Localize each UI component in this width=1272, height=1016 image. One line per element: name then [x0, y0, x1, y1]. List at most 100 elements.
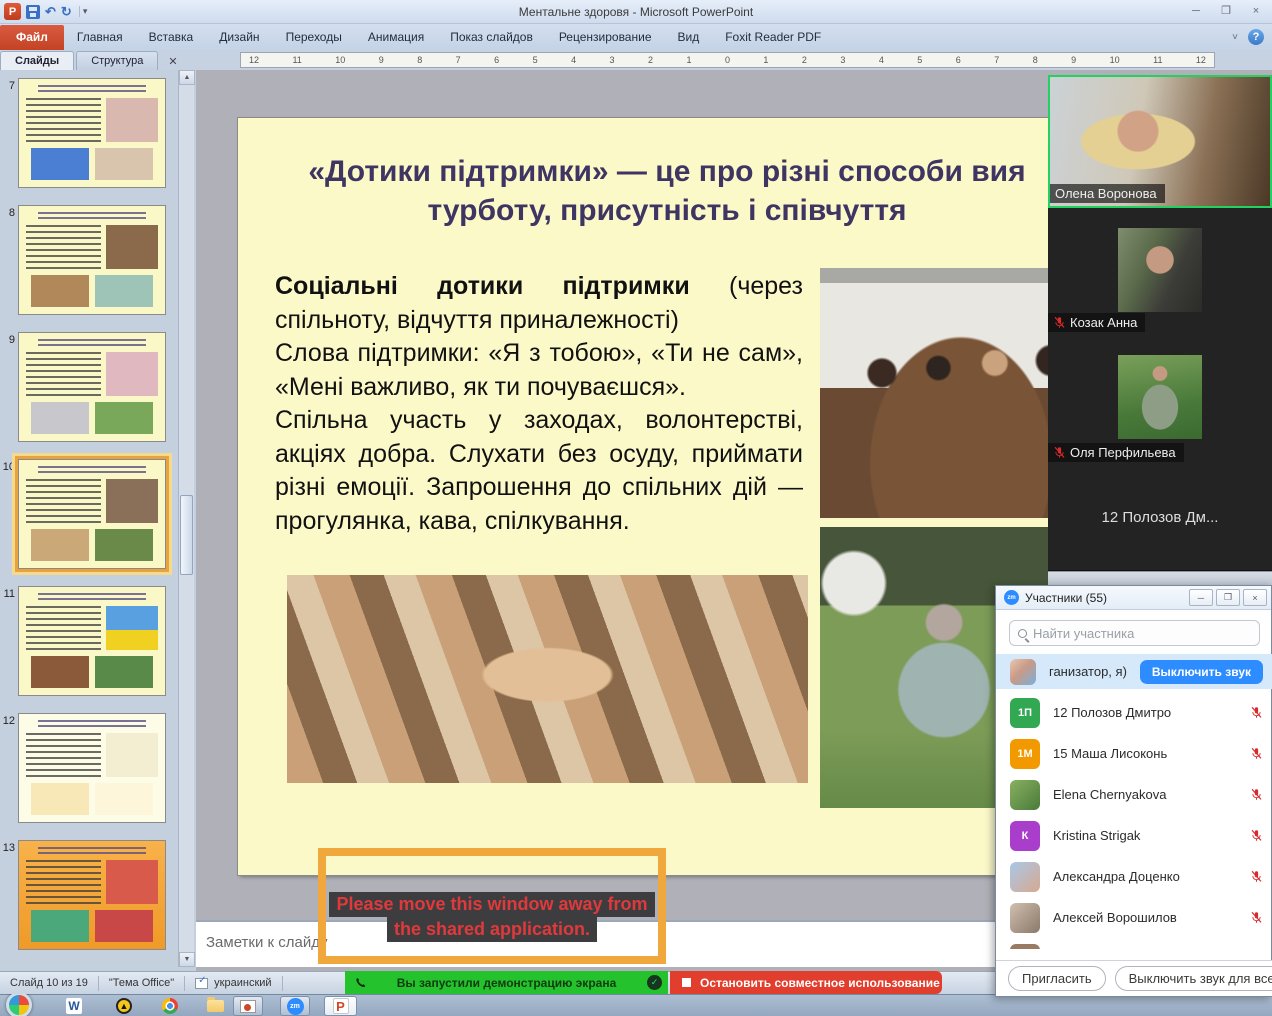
participant-row[interactable]: 1М 15 Маша Лисоконь: [996, 733, 1272, 774]
avatar: [1010, 780, 1040, 810]
start-button[interactable]: [6, 992, 32, 1016]
muted-mic-icon: [1250, 870, 1263, 883]
thumb-text-lines: [26, 479, 101, 523]
slide-thumbnail[interactable]: 10: [0, 459, 196, 571]
muted-mic-icon: [1053, 446, 1066, 459]
participant-name: Александра Доценко: [1053, 869, 1250, 884]
search-input[interactable]: [1033, 626, 1251, 641]
participants-close-icon[interactable]: ×: [1243, 589, 1267, 606]
avatar: 1П: [1010, 698, 1040, 728]
participants-minimize-icon[interactable]: ─: [1189, 589, 1213, 606]
slide-thumbnail[interactable]: 11: [0, 586, 196, 698]
slide-thumbnail[interactable]: 8: [0, 205, 196, 317]
thumb-image: [31, 783, 89, 815]
participant-name: 15 Маша Лисоконь: [1053, 746, 1250, 761]
participant-name: ганизатор, я): [1049, 664, 1140, 679]
taskbar-antivirus-icon[interactable]: ▲: [112, 997, 136, 1015]
spellcheck-status[interactable]: украинский: [185, 976, 282, 991]
zoom-warning-frame: Please move this window away from the sh…: [318, 848, 666, 964]
participant-row[interactable]: [996, 938, 1272, 949]
slide-body-text[interactable]: Соціальні дотики підтримки (через спільн…: [275, 270, 803, 538]
thumb-text-lines: [26, 733, 101, 777]
slide-thumbnail[interactable]: 13: [0, 840, 196, 952]
left-panel-tabs: Слайды Структура ✕: [0, 50, 186, 70]
tab-animations[interactable]: Анимация: [355, 25, 437, 50]
participants-header[interactable]: zm Участники (55) ─ ❒ ×: [996, 586, 1271, 610]
participant-row[interactable]: ганизатор, я) Выключить звук: [996, 654, 1272, 689]
tab-insert[interactable]: Вставка: [136, 25, 207, 50]
thumb-image: [95, 529, 153, 561]
zoom-video-panel[interactable]: Олена Воронова Олена Воронова Козак Анна…: [1048, 75, 1272, 585]
tab-transitions[interactable]: Переходы: [273, 25, 355, 50]
tab-home[interactable]: Главная: [64, 25, 136, 50]
scrollbar-thumb[interactable]: [180, 495, 193, 575]
taskbar-chrome-icon[interactable]: [158, 997, 182, 1015]
tab-slides-panel[interactable]: Слайды: [0, 51, 74, 70]
participant-row[interactable]: Александра Доценко: [996, 856, 1272, 897]
taskbar-powerpoint-button[interactable]: P: [324, 996, 357, 1016]
participant-search[interactable]: [1009, 620, 1260, 646]
scroll-up-icon[interactable]: ▲: [179, 70, 195, 85]
video-tile[interactable]: 12 Полозов Дм... 12 Полозов Дм...: [1048, 465, 1272, 570]
participants-maximize-icon[interactable]: ❒: [1216, 589, 1240, 606]
horizontal-ruler: 1211109876543210123456789101112: [240, 52, 1215, 68]
stop-share-button[interactable]: Остановить совместное использование: [670, 971, 942, 994]
restore-button[interactable]: ❒: [1212, 2, 1240, 19]
close-button[interactable]: ×: [1242, 2, 1270, 19]
thumb-image: [106, 733, 158, 777]
mute-all-button[interactable]: Выключить звук для всех: [1115, 966, 1272, 991]
thumbnails-scrollbar[interactable]: ▲ ▼: [178, 70, 194, 967]
tab-design[interactable]: Дизайн: [206, 25, 272, 50]
slide-number: 7: [0, 78, 18, 190]
tab-file[interactable]: Файл: [0, 25, 64, 50]
participant-photo: [1118, 228, 1202, 312]
mute-participant-button[interactable]: Выключить звук: [1140, 660, 1263, 684]
slide-title[interactable]: «Дотики підтримки» — це про різні способ…: [272, 152, 1062, 230]
thumb-title-lines: [38, 212, 146, 221]
participant-row[interactable]: Алексей Ворошилов: [996, 897, 1272, 938]
title-bar: P ↶ ↻ ▾ Ментальне здоровя - Microsoft Po…: [0, 0, 1272, 24]
thumb-image: [95, 783, 153, 815]
slide-number: 8: [0, 205, 18, 317]
scroll-down-icon[interactable]: ▼: [179, 952, 195, 967]
thumb-image: [31, 148, 89, 180]
language-label: украинский: [214, 977, 271, 989]
participant-row[interactable]: Elena Chernyakova: [996, 774, 1272, 815]
slide-thumbnail[interactable]: 12: [0, 713, 196, 825]
thumb-image: [106, 606, 158, 650]
thumb-image: [31, 402, 89, 434]
tab-view[interactable]: Вид: [665, 25, 713, 50]
video-tile[interactable]: Олена Воронова Олена Воронова: [1048, 75, 1272, 208]
thumb-image: [95, 656, 153, 688]
help-icon[interactable]: ?: [1248, 29, 1264, 45]
tab-slideshow[interactable]: Показ слайдов: [437, 25, 546, 50]
tab-outline-panel[interactable]: Структура: [76, 51, 158, 70]
taskbar-zoom-button[interactable]: zm: [280, 996, 310, 1016]
tab-foxit[interactable]: Foxit Reader PDF: [712, 25, 834, 50]
taskbar-slideshow-button[interactable]: [233, 996, 263, 1016]
share-status-text: Вы запустили демонстрацию экрана: [366, 976, 647, 990]
thumb-title-lines: [38, 85, 146, 94]
thumb-image: [106, 225, 158, 269]
participant-name: Kristina Strigak: [1053, 828, 1250, 843]
video-tile[interactable]: Оля Перфильева Оля Перфильева: [1048, 335, 1272, 465]
zoom-logo-icon: zm: [1004, 590, 1019, 605]
participants-title: Участники (55): [1025, 591, 1186, 605]
video-name-centered: 12 Полозов Дм...: [1048, 465, 1272, 570]
ribbon-collapse-icon[interactable]: ˅: [1232, 32, 1238, 43]
taskbar-explorer-icon[interactable]: [203, 997, 227, 1015]
slide-thumbnail[interactable]: 7: [0, 78, 196, 190]
slide-thumbnail[interactable]: 9: [0, 332, 196, 444]
video-panel-bottom-bar[interactable]: [1048, 571, 1272, 585]
panel-close-icon[interactable]: ✕: [160, 53, 185, 70]
video-tile[interactable]: Козак Анна Козак Анна: [1048, 208, 1272, 335]
participant-row[interactable]: 1П 12 Полозов Дмитро: [996, 692, 1272, 733]
screen: P ↶ ↻ ▾ Ментальне здоровя - Microsoft Po…: [0, 0, 1272, 1016]
participant-row[interactable]: К Kristina Strigak: [996, 815, 1272, 856]
minimize-button[interactable]: ─: [1182, 2, 1210, 19]
tab-review[interactable]: Рецензирование: [546, 25, 665, 50]
invite-button[interactable]: Пригласить: [1008, 966, 1106, 991]
avatar: [1010, 862, 1040, 892]
taskbar-word-icon[interactable]: W: [62, 997, 86, 1015]
slide-number: 12: [0, 713, 18, 825]
